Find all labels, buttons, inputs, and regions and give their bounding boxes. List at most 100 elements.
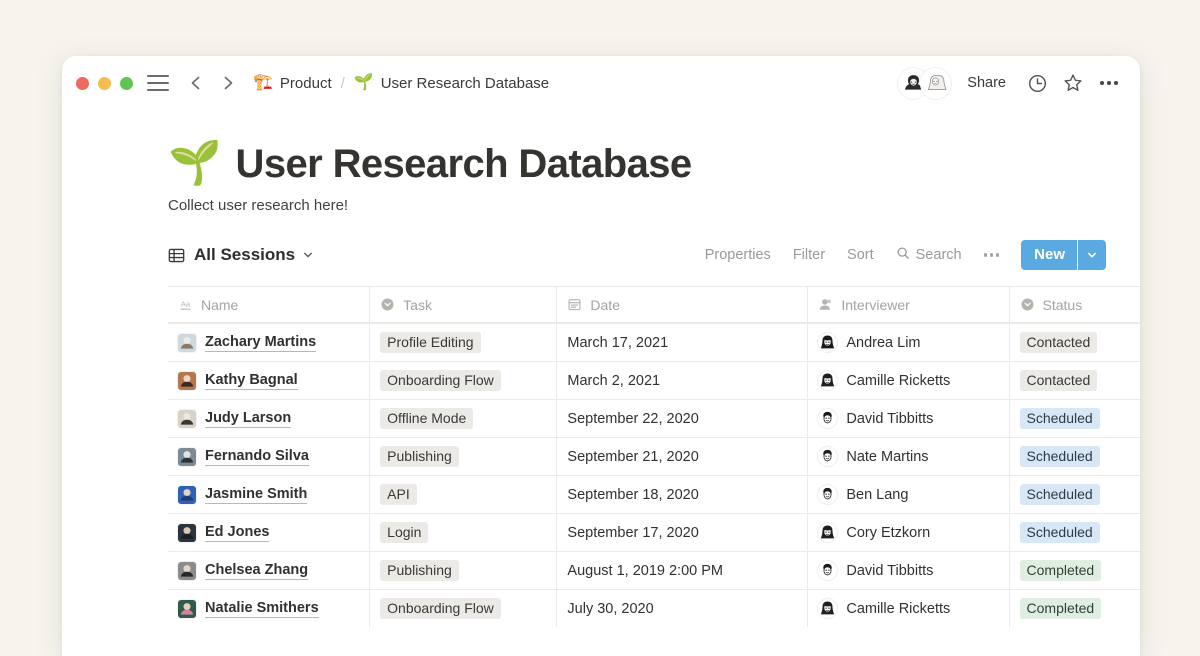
cell-status[interactable]: Scheduled	[1010, 476, 1140, 513]
filter-button[interactable]: Filter	[793, 247, 825, 263]
cell-name[interactable]: Fernando Silva	[168, 438, 370, 475]
cell-status[interactable]: Scheduled	[1010, 400, 1140, 437]
cell-name[interactable]: Judy Larson	[168, 400, 370, 437]
date-value: July 30, 2020	[567, 601, 653, 617]
page-title[interactable]: User Research Database	[236, 143, 692, 185]
cell-date[interactable]: September 17, 2020	[557, 514, 808, 551]
cell-task[interactable]: Onboarding Flow	[370, 362, 557, 399]
cell-date[interactable]: September 18, 2020	[557, 476, 808, 513]
close-window-button[interactable]	[76, 77, 89, 90]
row-avatar	[178, 372, 196, 390]
history-clock-icon[interactable]	[1024, 70, 1050, 96]
cell-name[interactable]: Ed Jones	[168, 514, 370, 551]
cell-date[interactable]: March 17, 2021	[557, 324, 808, 361]
cell-name[interactable]: Natalie Smithers	[168, 590, 370, 627]
cell-task[interactable]: Offline Mode	[370, 400, 557, 437]
table-row[interactable]: Judy Larson Offline ModeSeptember 22, 202…	[168, 399, 1140, 437]
row-name-link[interactable]: Jasmine Smith	[205, 485, 307, 504]
cell-name[interactable]: Jasmine Smith	[168, 476, 370, 513]
cell-name[interactable]: Kathy Bagnal	[168, 362, 370, 399]
row-name-link[interactable]: Natalie Smithers	[205, 599, 319, 618]
table-row[interactable]: Fernando Silva PublishingSeptember 21, 20…	[168, 437, 1140, 475]
breadcrumb-current[interactable]: User Research Database	[381, 75, 549, 92]
column-header-task[interactable]: Task	[370, 287, 557, 322]
cell-status[interactable]: Contacted	[1010, 362, 1140, 399]
column-header-interviewer[interactable]: Interviewer	[808, 287, 1009, 322]
table-row[interactable]: Zachary Martins Profile EditingMarch 17, …	[168, 323, 1140, 361]
forward-arrow-icon[interactable]	[217, 72, 239, 94]
table-view-icon	[168, 247, 185, 264]
column-header-name[interactable]: AaName	[168, 287, 370, 322]
table-row[interactable]: Natalie Smithers Onboarding Flow July 30, …	[168, 589, 1140, 627]
cell-status[interactable]: Scheduled	[1010, 438, 1140, 475]
cell-interviewer[interactable]: David Tibbitts	[808, 400, 1009, 437]
search-button[interactable]: Search	[896, 246, 962, 264]
row-avatar	[178, 410, 196, 428]
back-arrow-icon[interactable]	[185, 72, 207, 94]
more-options-icon[interactable]	[1096, 70, 1122, 96]
new-button[interactable]: New	[1021, 240, 1106, 270]
share-button[interactable]: Share	[967, 75, 1006, 91]
row-name-link[interactable]: Judy Larson	[205, 409, 291, 428]
cell-status[interactable]: Contacted	[1010, 324, 1140, 361]
column-header-status[interactable]: Status	[1010, 287, 1140, 322]
row-name-link[interactable]: Kathy Bagnal	[205, 371, 298, 390]
row-name-link[interactable]: Fernando Silva	[205, 447, 309, 466]
page-title-row: 🌱 User Research Database	[62, 110, 1140, 185]
cell-task[interactable]: API	[370, 476, 557, 513]
window-controls[interactable]	[76, 77, 133, 90]
cell-date[interactable]: July 30, 2020	[557, 590, 808, 627]
cell-interviewer[interactable]: Camille Ricketts	[808, 590, 1009, 627]
cell-task[interactable]: Publishing	[370, 438, 557, 475]
toolbar-more-icon[interactable]	[984, 253, 1000, 256]
properties-button[interactable]: Properties	[705, 247, 771, 263]
favorite-star-icon[interactable]	[1060, 70, 1086, 96]
sort-button[interactable]: Sort	[847, 247, 874, 263]
column-header-date[interactable]: Date	[557, 287, 808, 322]
table-row[interactable]: Kathy Bagnal Onboarding FlowMarch 2, 2021…	[168, 361, 1140, 399]
cell-task[interactable]: Publishing	[370, 552, 557, 589]
cell-name[interactable]: Zachary Martins	[168, 324, 370, 361]
status-badge: Completed	[1020, 560, 1102, 582]
cell-task[interactable]: Profile Editing	[370, 324, 557, 361]
row-name-link[interactable]: Chelsea Zhang	[205, 561, 308, 580]
row-name-link[interactable]: Zachary Martins	[205, 333, 316, 352]
cell-date[interactable]: March 2, 2021	[557, 362, 808, 399]
crane-icon: 🏗️	[253, 75, 273, 91]
cell-interviewer[interactable]: David Tibbitts	[808, 552, 1009, 589]
cell-interviewer[interactable]: Cory Etzkorn	[808, 514, 1009, 551]
cell-status[interactable]: Completed	[1010, 552, 1140, 589]
avatar[interactable]	[920, 68, 951, 99]
cell-interviewer[interactable]: Andrea Lim	[808, 324, 1009, 361]
task-tag: API	[380, 484, 417, 506]
page-subtitle[interactable]: Collect user research here!	[62, 185, 1140, 214]
maximize-window-button[interactable]	[120, 77, 133, 90]
seedling-icon: 🌱	[168, 142, 222, 185]
new-button-chevron-down-icon[interactable]	[1078, 240, 1106, 270]
interviewer-avatar	[818, 599, 837, 618]
cell-status[interactable]: Scheduled	[1010, 514, 1140, 551]
cell-interviewer[interactable]: Ben Lang	[808, 476, 1009, 513]
row-name-link[interactable]: Ed Jones	[205, 523, 269, 542]
cell-task[interactable]: Login	[370, 514, 557, 551]
table-row[interactable]: Jasmine Smith API September 18, 2020Ben La…	[168, 475, 1140, 513]
cell-name[interactable]: Chelsea Zhang	[168, 552, 370, 589]
cell-interviewer[interactable]: Nate Martins	[808, 438, 1009, 475]
column-header-label: Status	[1043, 297, 1083, 313]
interviewer-avatar	[818, 409, 837, 428]
app-window: 🏗️ Product / 🌱 User Research Database Sh…	[62, 56, 1140, 656]
table-row[interactable]: Ed Jones LoginSeptember 17, 2020Cory Etzk…	[168, 513, 1140, 551]
status-badge: Scheduled	[1020, 408, 1100, 430]
minimize-window-button[interactable]	[98, 77, 111, 90]
cell-date[interactable]: September 21, 2020	[557, 438, 808, 475]
cell-interviewer[interactable]: Camille Ricketts	[808, 362, 1009, 399]
view-selector[interactable]: All Sessions	[168, 245, 314, 265]
cell-date[interactable]: September 22, 2020	[557, 400, 808, 437]
cell-task[interactable]: Onboarding Flow	[370, 590, 557, 627]
hamburger-icon[interactable]	[147, 75, 169, 91]
cell-date[interactable]: August 1, 2019 2:00 PM	[557, 552, 808, 589]
chevron-down-icon	[302, 249, 314, 261]
cell-status[interactable]: Completed	[1010, 590, 1140, 627]
table-row[interactable]: Chelsea Zhang PublishingAugust 1, 2019 2:…	[168, 551, 1140, 589]
breadcrumb-parent[interactable]: Product	[280, 75, 332, 92]
